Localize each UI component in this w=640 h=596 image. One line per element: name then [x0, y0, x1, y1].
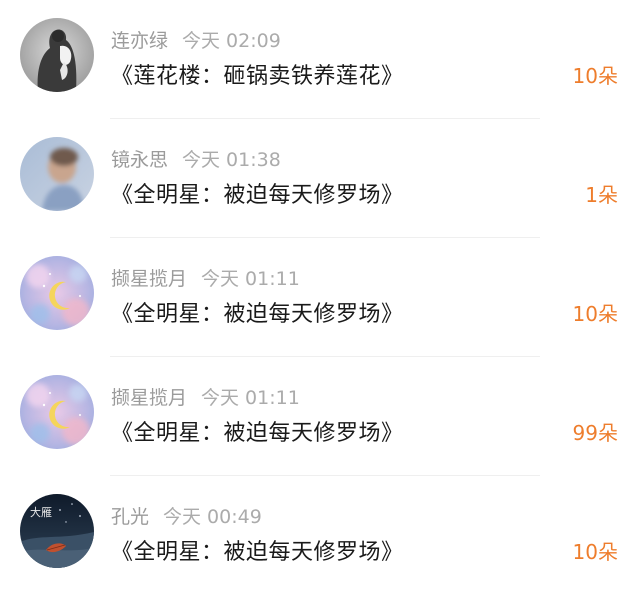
crescent-moon-avatar[interactable] [20, 256, 94, 330]
timestamp: 今天 01:11 [201, 387, 300, 409]
gift-record-list: 连亦绿 今天 02:09 《莲花楼：砸锅卖铁养莲花》 10朵 镜永思 今天 01… [0, 0, 640, 596]
flower-count: 1朵 [585, 183, 618, 207]
book-title[interactable]: 《全明星：被迫每天修罗场》 [111, 415, 404, 447]
user-name[interactable]: 撷星揽月 [111, 268, 187, 290]
book-title[interactable]: 《全明星：被迫每天修罗场》 [111, 534, 404, 566]
timestamp: 今天 00:49 [163, 506, 262, 528]
blurred-person-avatar[interactable] [20, 137, 94, 211]
item-meta: 镜永思 今天 01:38 [111, 145, 281, 172]
back-silhouette-avatar[interactable] [20, 18, 94, 92]
user-name[interactable]: 撷星揽月 [111, 387, 187, 409]
svg-text:大雁: 大雁 [30, 505, 52, 519]
timestamp: 今天 01:11 [201, 268, 300, 290]
user-name[interactable]: 镜永思 [111, 149, 168, 171]
flower-count: 10朵 [572, 64, 618, 88]
dark-night-leaf-avatar[interactable]: 大雁 [20, 494, 94, 568]
book-title[interactable]: 《全明星：被迫每天修罗场》 [111, 296, 404, 328]
list-item[interactable]: 镜永思 今天 01:38 《全明星：被迫每天修罗场》 1朵 [0, 119, 640, 238]
list-item[interactable]: 连亦绿 今天 02:09 《莲花楼：砸锅卖铁养莲花》 10朵 [0, 0, 640, 119]
item-meta: 连亦绿 今天 02:09 [111, 26, 281, 53]
flower-count: 10朵 [572, 302, 618, 326]
item-meta: 撷星揽月 今天 01:11 [111, 264, 300, 291]
list-item[interactable]: 大雁 孔光 今天 00:49 《全明星：被迫每天修罗场》 10朵 [0, 476, 640, 596]
item-meta: 孔光 今天 00:49 [111, 502, 262, 529]
flower-count: 10朵 [572, 540, 618, 564]
flower-count: 99朵 [572, 421, 618, 445]
list-item[interactable]: 撷星揽月 今天 01:11 《全明星：被迫每天修罗场》 99朵 [0, 357, 640, 476]
timestamp: 今天 01:38 [182, 149, 281, 171]
timestamp: 今天 02:09 [182, 30, 281, 52]
user-name[interactable]: 连亦绿 [111, 30, 168, 52]
book-title[interactable]: 《全明星：被迫每天修罗场》 [111, 177, 404, 209]
book-title[interactable]: 《莲花楼：砸锅卖铁养莲花》 [111, 58, 404, 90]
crescent-moon-avatar[interactable] [20, 375, 94, 449]
item-meta: 撷星揽月 今天 01:11 [111, 383, 300, 410]
list-item[interactable]: 撷星揽月 今天 01:11 《全明星：被迫每天修罗场》 10朵 [0, 238, 640, 357]
user-name[interactable]: 孔光 [111, 506, 149, 528]
